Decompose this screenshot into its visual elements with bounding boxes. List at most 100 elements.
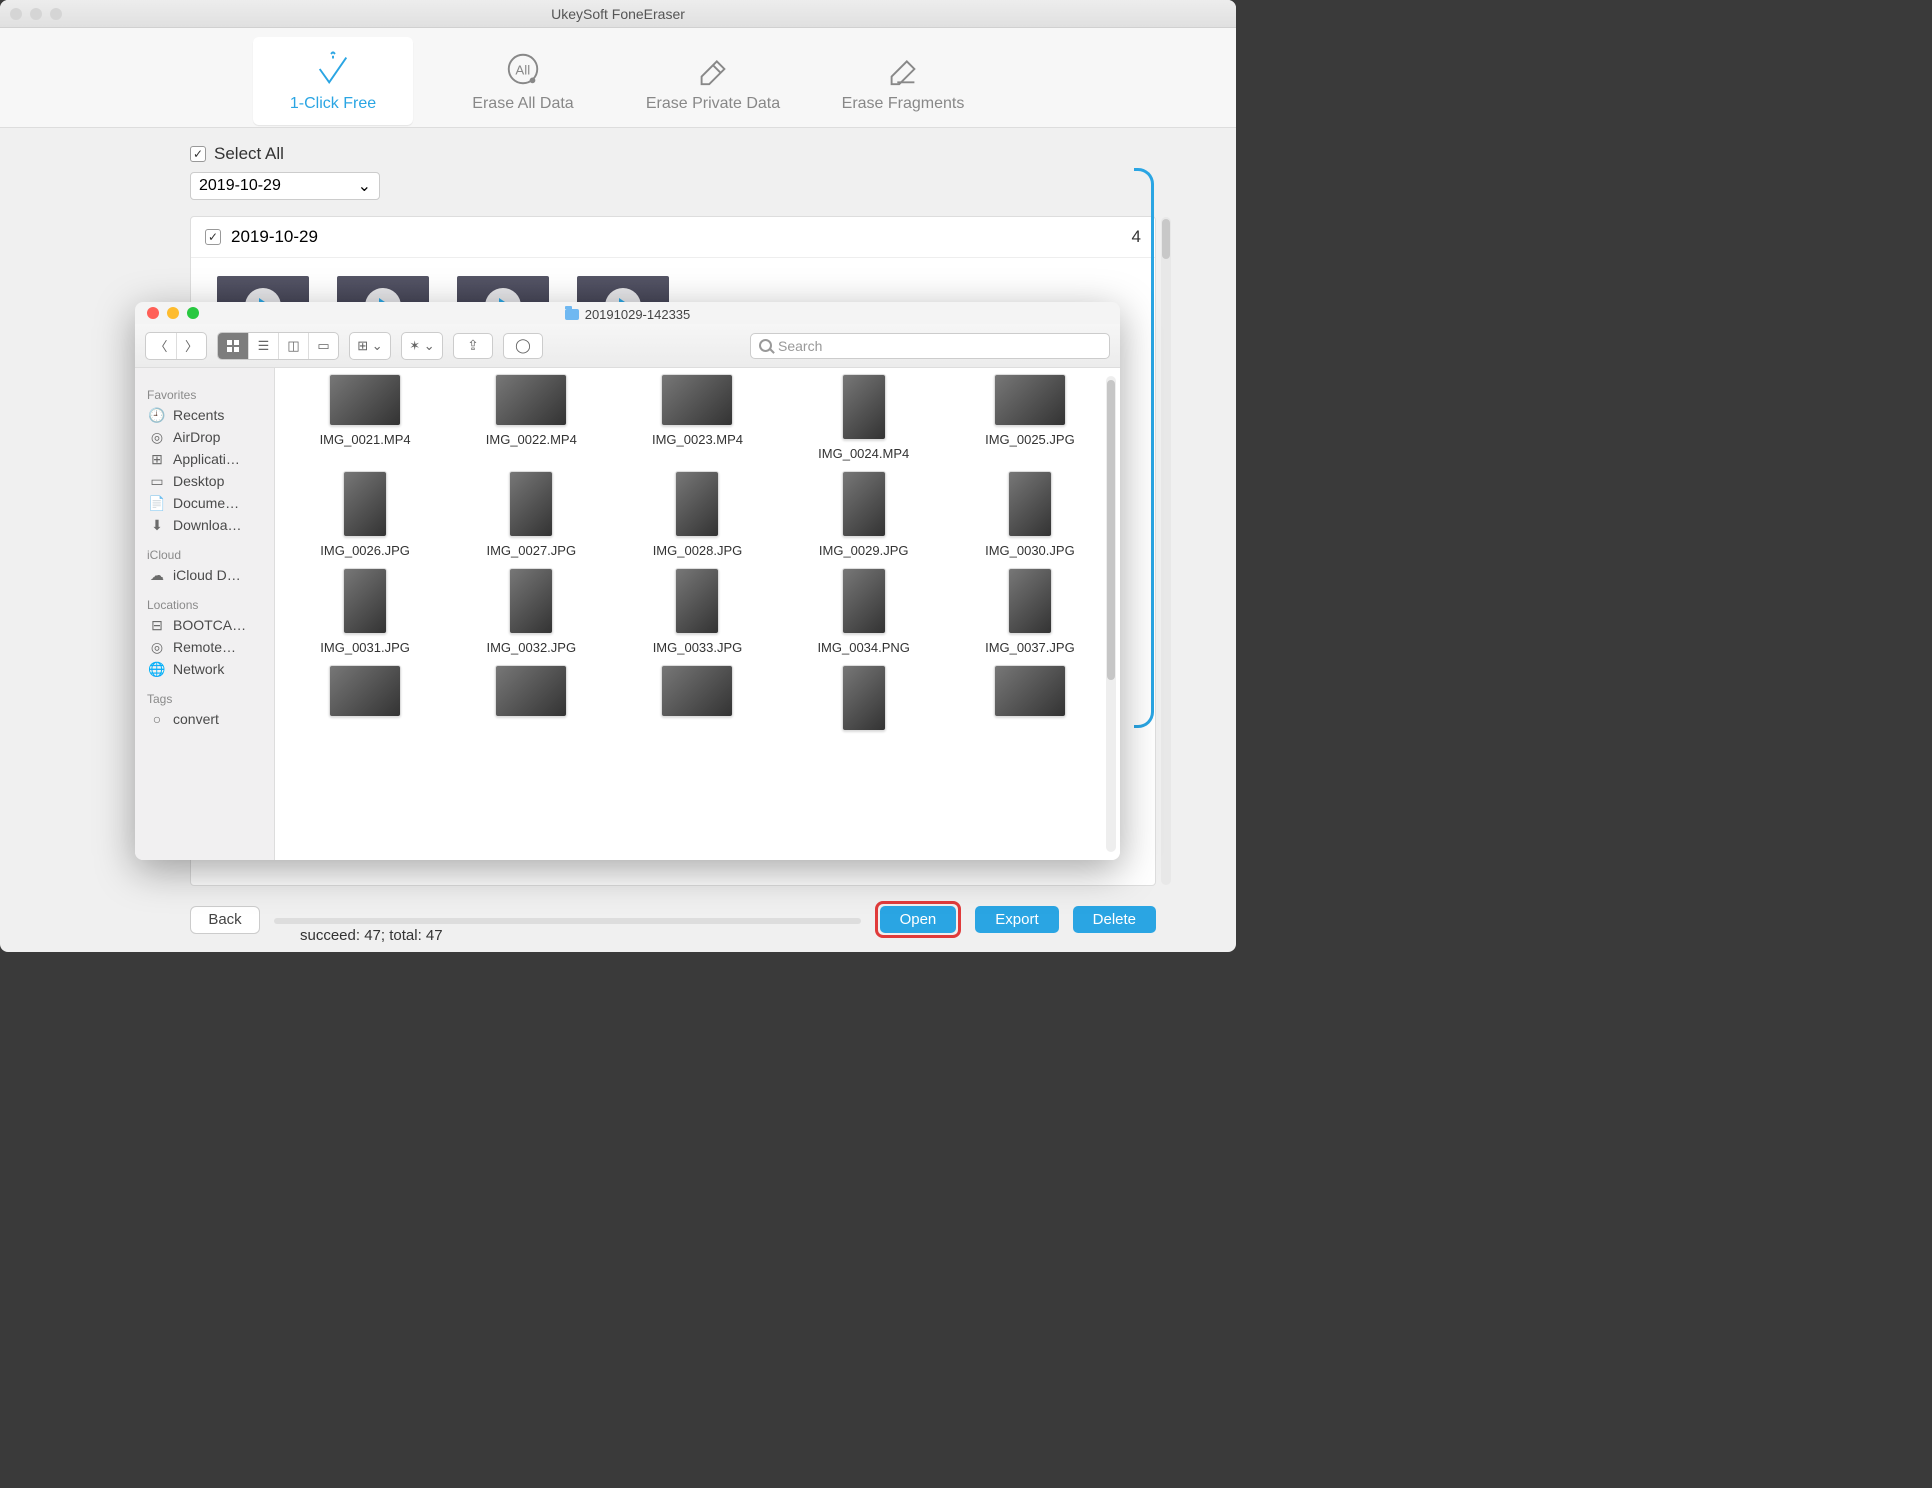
file-item[interactable] bbox=[784, 665, 944, 737]
file-item[interactable]: IMG_0021.MP4 bbox=[285, 374, 445, 461]
sidebar-item[interactable]: ⊟BOOTCA… bbox=[141, 614, 268, 636]
file-thumb bbox=[509, 471, 553, 537]
file-thumb bbox=[1008, 568, 1052, 634]
file-item[interactable]: IMG_0037.JPG bbox=[950, 568, 1110, 655]
file-name: IMG_0021.MP4 bbox=[320, 432, 411, 447]
group-checkbox[interactable]: ✓ bbox=[205, 229, 221, 245]
file-item[interactable] bbox=[285, 665, 445, 737]
erase-all-icon: All bbox=[503, 49, 543, 89]
file-thumb bbox=[495, 374, 567, 426]
file-item[interactable]: IMG_0025.JPG bbox=[950, 374, 1110, 461]
view-mode-segment: ☰ ◫ ▭ bbox=[217, 332, 339, 360]
tab-erase-private[interactable]: Erase Private Data bbox=[633, 37, 793, 125]
date-select[interactable]: 2019-10-29 ⌄ bbox=[190, 172, 380, 200]
file-item[interactable]: IMG_0029.JPG bbox=[784, 471, 944, 558]
share-button[interactable]: ⇪ bbox=[453, 333, 493, 359]
delete-button[interactable]: Delete bbox=[1073, 906, 1156, 933]
file-item[interactable]: IMG_0027.JPG bbox=[451, 471, 611, 558]
tab-erase-all[interactable]: All Erase All Data bbox=[443, 37, 603, 125]
sidebar-item-icon: ◎ bbox=[149, 639, 165, 655]
sidebar-item[interactable]: ☁iCloud D… bbox=[141, 564, 268, 586]
date-group-header[interactable]: ✓ 2019-10-29 4 bbox=[191, 217, 1155, 258]
minimize-icon[interactable] bbox=[167, 307, 179, 319]
close-icon[interactable] bbox=[147, 307, 159, 319]
file-item[interactable] bbox=[451, 665, 611, 737]
sidebar-section-locations: Locations bbox=[141, 596, 268, 614]
file-item[interactable]: IMG_0026.JPG bbox=[285, 471, 445, 558]
file-item[interactable]: IMG_0028.JPG bbox=[617, 471, 777, 558]
group-by-button[interactable]: ⊞ ⌄ bbox=[349, 332, 391, 360]
forward-nav-button[interactable]: 〉 bbox=[176, 333, 206, 359]
sidebar-item-icon: ○ bbox=[149, 711, 165, 727]
sidebar-item-label: iCloud D… bbox=[173, 567, 241, 583]
sidebar-section-favorites: Favorites bbox=[141, 386, 268, 404]
file-item[interactable]: IMG_0022.MP4 bbox=[451, 374, 611, 461]
select-all-label: Select All bbox=[214, 144, 284, 164]
sidebar-item[interactable]: 🕘Recents bbox=[141, 404, 268, 426]
tags-button[interactable]: ◯ bbox=[503, 333, 543, 359]
export-button[interactable]: Export bbox=[975, 906, 1058, 933]
file-name: IMG_0037.JPG bbox=[985, 640, 1075, 655]
action-menu-button[interactable]: ✶ ⌄ bbox=[401, 332, 443, 360]
tab-click-free[interactable]: 1-Click Free bbox=[253, 37, 413, 125]
maximize-icon[interactable] bbox=[187, 307, 199, 319]
open-button[interactable]: Open bbox=[880, 906, 957, 933]
icon-view-button[interactable] bbox=[218, 333, 248, 359]
file-item[interactable]: IMG_0024.MP4 bbox=[784, 374, 944, 461]
search-input[interactable]: Search bbox=[750, 333, 1110, 359]
sidebar-item[interactable]: 📄 Docume… bbox=[141, 492, 268, 514]
gallery-view-button[interactable]: ▭ bbox=[308, 333, 338, 359]
sidebar-item-icon: 📄 bbox=[149, 495, 165, 511]
tab-label: Erase Fragments bbox=[842, 95, 965, 113]
select-all-row[interactable]: ✓ Select All bbox=[190, 144, 1156, 164]
search-icon bbox=[759, 339, 772, 352]
file-thumb bbox=[675, 568, 719, 634]
sidebar-item-label: Desktop bbox=[173, 473, 224, 489]
sidebar-section-tags: Tags bbox=[141, 690, 268, 708]
file-thumb bbox=[994, 665, 1066, 717]
sidebar-item[interactable]: ◎ AirDrop bbox=[141, 426, 268, 448]
sidebar-item[interactable]: 🌐Network bbox=[141, 658, 268, 680]
sidebar-item[interactable]: ⬇Downloa… bbox=[141, 514, 268, 536]
erase-private-icon bbox=[693, 49, 733, 89]
file-thumb bbox=[1008, 471, 1052, 537]
file-thumb bbox=[842, 471, 886, 537]
sidebar-item-icon: 🕘 bbox=[149, 407, 165, 423]
tab-erase-fragments[interactable]: Erase Fragments bbox=[823, 37, 983, 125]
file-item[interactable]: IMG_0034.PNG bbox=[784, 568, 944, 655]
file-item[interactable]: IMG_0033.JPG bbox=[617, 568, 777, 655]
sidebar-item[interactable]: ◎Remote… bbox=[141, 636, 268, 658]
file-item[interactable] bbox=[950, 665, 1110, 737]
file-item[interactable] bbox=[617, 665, 777, 737]
file-name: IMG_0030.JPG bbox=[985, 543, 1075, 558]
file-name: IMG_0028.JPG bbox=[653, 543, 743, 558]
file-item[interactable]: IMG_0032.JPG bbox=[451, 568, 611, 655]
select-all-checkbox[interactable]: ✓ bbox=[190, 146, 206, 162]
file-name: IMG_0025.JPG bbox=[985, 432, 1075, 447]
sidebar-item[interactable]: ⊞Applicati… bbox=[141, 448, 268, 470]
scrollbar[interactable] bbox=[1106, 376, 1116, 852]
column-view-button[interactable]: ◫ bbox=[278, 333, 308, 359]
folder-icon bbox=[565, 309, 579, 320]
file-item[interactable]: IMG_0023.MP4 bbox=[617, 374, 777, 461]
sidebar-item[interactable]: ▭Desktop bbox=[141, 470, 268, 492]
file-name: IMG_0023.MP4 bbox=[652, 432, 743, 447]
back-nav-button[interactable]: 〈 bbox=[146, 333, 176, 359]
sidebar-item-label: Applicati… bbox=[173, 451, 240, 467]
file-thumb bbox=[661, 665, 733, 717]
list-view-button[interactable]: ☰ bbox=[248, 333, 278, 359]
scrollbar[interactable] bbox=[1161, 217, 1171, 885]
sidebar-item-icon: ◎ bbox=[149, 429, 165, 445]
sidebar-item[interactable]: ○convert bbox=[141, 708, 268, 730]
file-item[interactable]: IMG_0030.JPG bbox=[950, 471, 1110, 558]
sidebar-item-label: AirDrop bbox=[173, 429, 220, 445]
sidebar-item-label: Docume… bbox=[173, 495, 239, 511]
back-button[interactable]: Back bbox=[190, 906, 260, 934]
file-item[interactable]: IMG_0031.JPG bbox=[285, 568, 445, 655]
tabs: 1-Click Free All Erase All Data Erase Pr… bbox=[0, 28, 1236, 128]
sidebar-item-label: BOOTCA… bbox=[173, 617, 246, 633]
file-thumb bbox=[842, 665, 886, 731]
finder-folder-name: 20191029-142335 bbox=[585, 307, 691, 322]
progress-bar bbox=[274, 918, 861, 924]
sidebar-item-label: Network bbox=[173, 661, 224, 677]
